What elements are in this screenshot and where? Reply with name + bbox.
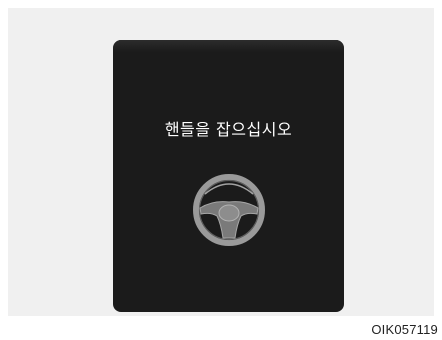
steering-wheel-icon	[193, 174, 265, 246]
figure-code-label: OIK057119	[371, 322, 438, 337]
cluster-display-panel: 핸들을 잡으십시오	[113, 40, 344, 312]
hands-on-wheel-warning-text: 핸들을 잡으십시오	[164, 120, 293, 139]
